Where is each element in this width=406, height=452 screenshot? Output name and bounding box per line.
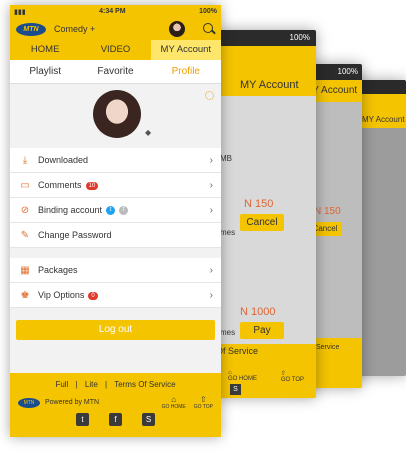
link-terms[interactable]: Terms Of Service xyxy=(114,380,175,389)
menu-item-label: Downloaded xyxy=(38,155,89,165)
go-top-label: GO TOP xyxy=(193,404,213,410)
facebook-icon[interactable]: f xyxy=(109,413,122,426)
search-icon[interactable] xyxy=(203,23,215,35)
app-name: Comedy + xyxy=(54,24,96,34)
chevron-right-icon: › xyxy=(209,289,213,301)
account-menu: ⤓ Downloaded › ▭ Comments 10 › ⊘ Binding … xyxy=(10,148,221,248)
fragment-text: MB xyxy=(220,154,232,163)
comment-count-badge: 10 xyxy=(85,181,99,190)
tab-my-account[interactable]: MY Account xyxy=(150,40,221,60)
powered-by-text: Powered by MTN xyxy=(45,399,100,406)
gear-icon[interactable] xyxy=(205,91,214,100)
cancel-button[interactable]: Cancel xyxy=(240,214,284,231)
fragment-text: mes xyxy=(220,328,236,337)
go-top-button[interactable]: ⇧ GO TOP xyxy=(281,370,304,383)
s-logo-icon[interactable]: S xyxy=(230,384,241,395)
price: N 1000 xyxy=(240,306,276,318)
mtn-logo-small: MTN xyxy=(18,397,40,408)
screen-stage: MY Account 100% MY Account N 150 Cancel … xyxy=(0,0,406,452)
arrow-up-icon: ⇧ xyxy=(200,395,207,404)
tab-home[interactable]: HOME xyxy=(10,40,80,60)
separator: | xyxy=(75,380,78,389)
facebook-icon[interactable]: f xyxy=(119,206,129,216)
sub-tabs: Playlist Favorite Profile xyxy=(10,60,221,84)
status-bar: 100% xyxy=(216,30,316,46)
menu-item-label: Vip Options xyxy=(38,290,85,300)
menu-item-label-wrap: Comments 10 xyxy=(38,180,210,190)
link-icon: ⊘ xyxy=(20,204,30,216)
app-bar xyxy=(216,46,316,74)
app-bar: MTN Comedy + xyxy=(10,18,221,40)
logout-button[interactable]: Log out xyxy=(16,320,215,340)
twitter-icon[interactable]: t xyxy=(76,413,89,426)
menu-item-downloaded[interactable]: ⤓ Downloaded › xyxy=(10,148,221,173)
status-time: 4:34 PM xyxy=(99,8,126,15)
go-home-button[interactable]: ⌂ GO HOME xyxy=(228,370,257,383)
nav-tabs: HOME VIDEO MY Account xyxy=(10,40,221,60)
diamond-icon: ◆ xyxy=(145,128,152,137)
status-bar: ▮▮▮ 4:34 PM 100% xyxy=(10,5,221,18)
menu-item-comments[interactable]: ▭ Comments 10 › xyxy=(10,173,221,198)
section-gap xyxy=(10,248,221,258)
terms-link[interactable]: Of Service xyxy=(216,344,316,356)
logout-section: Log out xyxy=(10,308,221,370)
profile-header: ◆ xyxy=(10,84,221,148)
main-phone: ▮▮▮ 4:34 PM 100% MTN Comedy + HOME VIDEO… xyxy=(10,5,221,437)
menu-item-binding-account[interactable]: ⊘ Binding account t f › xyxy=(10,198,221,223)
go-home-label: GO HOME xyxy=(161,404,186,410)
footer: Full | Lite | Terms Of Service MTN Power… xyxy=(10,373,221,437)
social-icons: t f S xyxy=(10,410,221,426)
link-full[interactable]: Full xyxy=(55,380,68,389)
vip-count-badge: 0 xyxy=(88,291,98,300)
chevron-right-icon: › xyxy=(209,264,213,276)
menu-item-label: Change Password xyxy=(38,230,112,240)
price: N 150 xyxy=(314,206,341,217)
separator: | xyxy=(105,380,108,389)
menu-item-change-password[interactable]: ✎ Change Password xyxy=(10,223,221,248)
price: N 150 xyxy=(244,198,274,210)
go-home-button[interactable]: ⌂ GO HOME xyxy=(162,395,186,410)
footer-links: Full | Lite | Terms Of Service xyxy=(10,373,221,389)
calendar-icon: ▦ xyxy=(20,264,30,276)
footer: Of Service ⌂ GO HOME ⇧ GO TOP S xyxy=(216,344,316,398)
status-battery: 100% xyxy=(199,8,217,15)
pencil-icon: ✎ xyxy=(20,229,30,241)
account-menu-2: ▦ Packages › ♚ Vip Options 0 › xyxy=(10,258,221,308)
mtn-logo[interactable]: MTN xyxy=(16,22,46,36)
download-icon: ⤓ xyxy=(22,154,28,166)
menu-item-packages[interactable]: ▦ Packages › xyxy=(10,258,221,283)
comment-icon: ▭ xyxy=(20,179,30,191)
twitter-icon[interactable]: t xyxy=(106,206,116,216)
powered-row: MTN Powered by MTN ⌂ GO HOME ⇧ GO TOP xyxy=(10,389,221,410)
signal-icon: ▮▮▮ xyxy=(14,8,26,16)
account-label: MY Account xyxy=(216,74,316,96)
background-phone-2: 100% MY Account MB mes mes N 150 Cancel … xyxy=(216,30,316,398)
menu-item-label-wrap: Binding account t f xyxy=(38,204,210,216)
menu-item-vip-options[interactable]: ♚ Vip Options 0 › xyxy=(10,283,221,308)
chevron-right-icon: › xyxy=(209,179,213,191)
tab-playlist[interactable]: Playlist xyxy=(10,60,80,83)
go-top-button[interactable]: ⇧ GO TOP xyxy=(194,395,213,410)
menu-item-label: Binding account xyxy=(38,204,103,215)
vip-icon: ♚ xyxy=(20,289,30,301)
menu-item-label-wrap: Vip Options 0 xyxy=(38,290,210,300)
home-icon: ⌂ xyxy=(171,395,177,404)
tab-favorite[interactable]: Favorite xyxy=(80,60,150,83)
chevron-right-icon: › xyxy=(209,204,213,216)
tab-profile[interactable]: Profile xyxy=(151,60,221,83)
link-lite[interactable]: Lite xyxy=(85,380,98,389)
menu-item-label: Packages xyxy=(38,265,78,275)
fragment-text: mes xyxy=(220,228,236,237)
profile-avatar[interactable] xyxy=(93,90,141,138)
tab-video[interactable]: VIDEO xyxy=(80,40,150,60)
s-logo-icon[interactable]: S xyxy=(142,413,155,426)
user-avatar[interactable] xyxy=(169,21,185,37)
chevron-right-icon: › xyxy=(209,154,213,166)
menu-item-label: Comments xyxy=(38,180,82,190)
pay-button[interactable]: Pay xyxy=(240,322,284,339)
